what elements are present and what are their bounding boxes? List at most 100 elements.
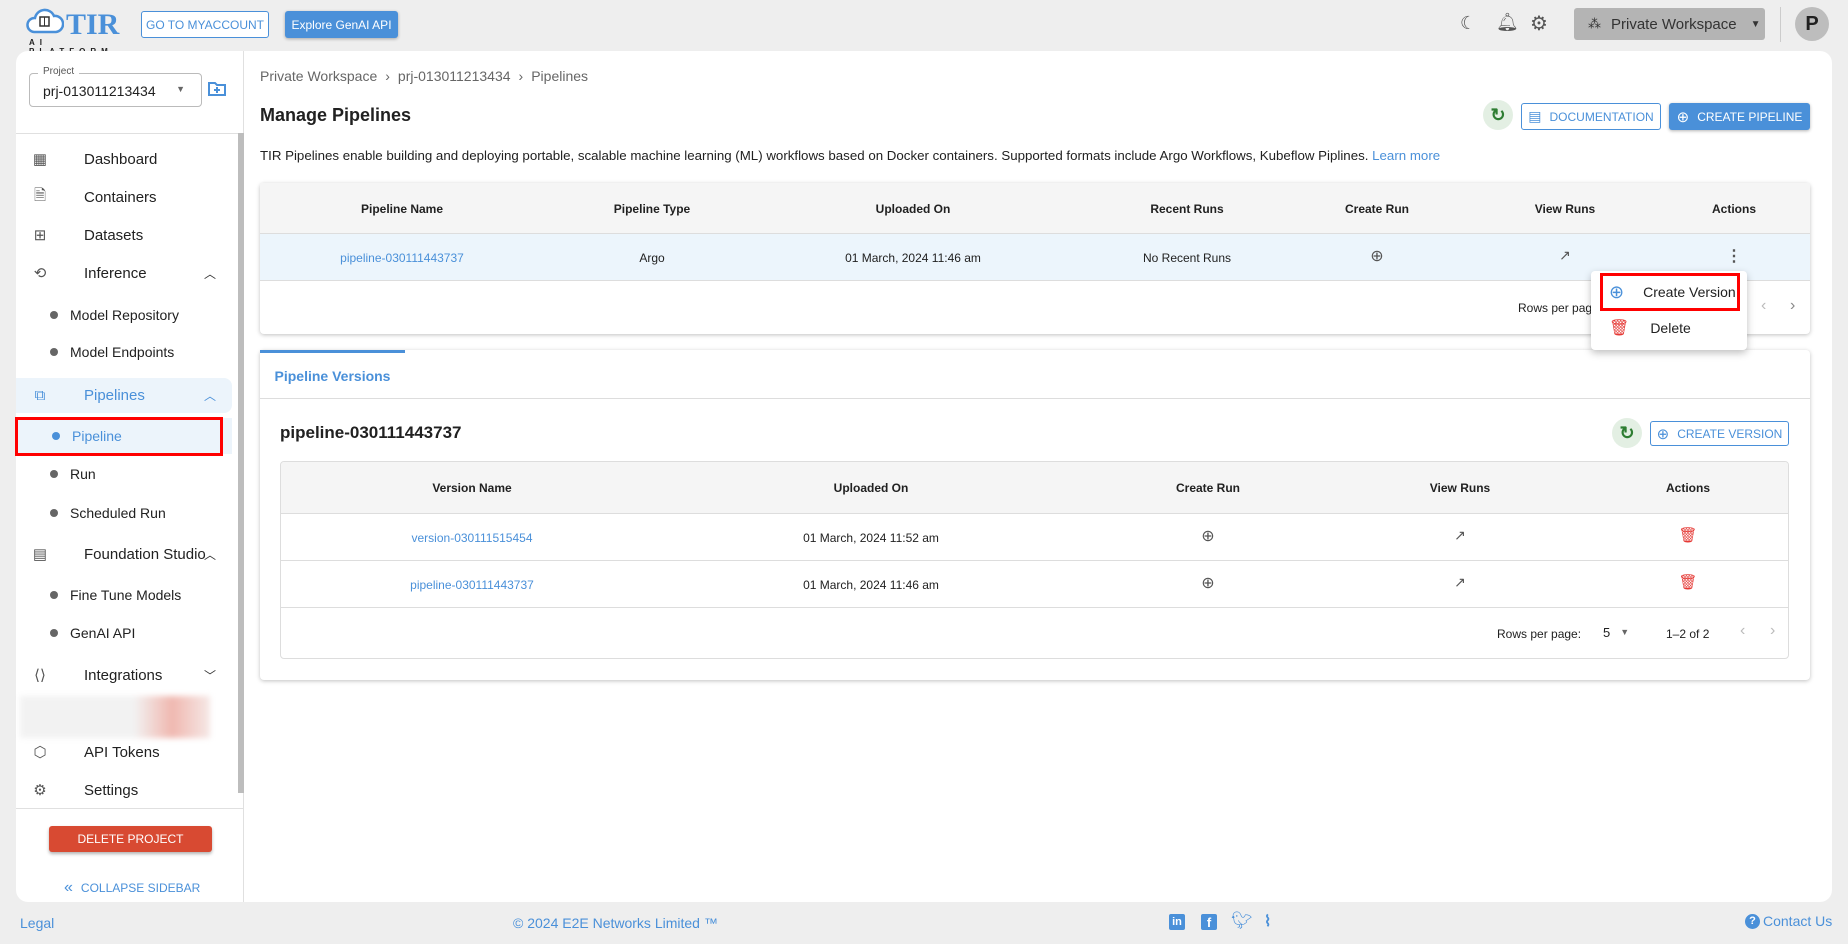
tab-bar-divider bbox=[260, 398, 1810, 399]
sidebar-item-api-tokens[interactable]: ⬡ API Tokens bbox=[16, 734, 232, 770]
label: Delete bbox=[1650, 320, 1691, 336]
sidebar-item-datasets[interactable]: ⊞ Datasets bbox=[16, 217, 232, 253]
menu-item-create-version[interactable]: ⊕ Create Version bbox=[1600, 273, 1740, 311]
learn-more-link[interactable]: Learn more bbox=[1372, 148, 1440, 163]
linkedin-icon[interactable]: in bbox=[1169, 914, 1185, 930]
rows-per-page-label: Rows per page bbox=[1518, 301, 1599, 315]
twitter-icon[interactable]: 🐦︎ bbox=[1231, 911, 1253, 931]
actions-menu: ⊕ Create Version 🗑︎ Delete bbox=[1591, 271, 1747, 350]
label: Dashboard bbox=[84, 150, 158, 168]
caret-down-icon: ▼ bbox=[1750, 18, 1761, 30]
versions-title: pipeline-030111443737 bbox=[280, 423, 462, 442]
more-vertical-icon[interactable]: ⋮ bbox=[1726, 246, 1742, 266]
workspace-selector[interactable]: ⁂ Private Workspace ▼ bbox=[1574, 8, 1765, 40]
breadcrumb-item[interactable]: Private Workspace bbox=[260, 68, 377, 84]
create-run-icon[interactable]: ⊕ bbox=[1201, 526, 1214, 546]
sidebar-item-containers[interactable]: 🗎︎ Containers bbox=[16, 179, 232, 215]
copyright: © 2024 E2E Networks Limited ™ bbox=[513, 915, 718, 931]
header-divider bbox=[1780, 7, 1781, 42]
sidebar-item-run[interactable]: Run bbox=[16, 456, 232, 492]
create-pipeline-button[interactable]: ⊕ CREATE PIPELINE bbox=[1669, 103, 1810, 130]
foundation-studio-icon: ▤ bbox=[32, 546, 48, 563]
api-token-icon: ⬡ bbox=[33, 744, 47, 761]
prev-page-icon[interactable]: ‹ bbox=[1761, 297, 1766, 315]
pipeline-name-link[interactable]: pipeline-030111443737 bbox=[340, 251, 464, 265]
label: Contact Us bbox=[1763, 913, 1833, 929]
column-header: Actions bbox=[1665, 481, 1711, 495]
version-name-link[interactable]: version-030111515454 bbox=[412, 531, 533, 545]
sidebar-item-settings[interactable]: ⚙ Settings bbox=[16, 772, 232, 808]
column-header: Uploaded On bbox=[833, 481, 909, 495]
bullet-icon bbox=[50, 348, 58, 356]
prev-page-icon[interactable]: ‹ bbox=[1740, 622, 1745, 640]
sidebar-item-inference[interactable]: ⟲ Inference ︿ bbox=[16, 255, 232, 291]
create-run-icon[interactable]: ⊕ bbox=[1370, 246, 1383, 266]
document-icon: 🗎︎ bbox=[33, 186, 47, 204]
bullet-icon bbox=[50, 591, 58, 599]
view-runs-arrow-icon[interactable]: ↗ bbox=[1454, 527, 1466, 544]
settings-icon: ⚙ bbox=[33, 782, 47, 799]
sidebar-scrollbar[interactable] bbox=[238, 133, 244, 793]
refresh-button[interactable]: ↻ bbox=[1483, 100, 1513, 130]
label: Datasets bbox=[84, 226, 144, 244]
rows-per-page-label: Rows per page: bbox=[1497, 627, 1582, 641]
chevron-up-icon: ︿ bbox=[203, 389, 216, 403]
value: 5 bbox=[1603, 625, 1611, 640]
rss-icon[interactable]: ⌇ bbox=[1264, 912, 1271, 930]
add-folder-icon[interactable] bbox=[208, 81, 226, 96]
sidebar-item-scheduled-run[interactable]: Scheduled Run bbox=[16, 495, 232, 531]
refresh-versions-button[interactable]: ↻ bbox=[1612, 418, 1642, 448]
sidebar-item-dashboard[interactable]: ▦ Dashboard bbox=[16, 141, 232, 177]
sidebar-item-foundation-studio[interactable]: ▤ Foundation Studio ︿ bbox=[16, 536, 232, 572]
sidebar-item-fine-tune-models[interactable]: Fine Tune Models bbox=[16, 577, 232, 613]
integrations-icon: ⟨⟩ bbox=[34, 667, 46, 684]
sidebar-item-pipelines[interactable]: ⧉ Pipelines ︿ bbox=[16, 378, 232, 413]
chevron-up-icon: ︿ bbox=[203, 547, 216, 562]
label: DOCUMENTATION bbox=[1549, 109, 1654, 124]
legal-link[interactable]: Legal bbox=[20, 915, 54, 931]
label: COLLAPSE SIDEBAR bbox=[80, 881, 201, 895]
avatar[interactable]: P bbox=[1795, 7, 1829, 41]
delete-project-button[interactable]: DELETE PROJECT bbox=[49, 826, 212, 852]
sidebar-item-model-repository[interactable]: Model Repository bbox=[16, 297, 232, 333]
view-runs-arrow-icon[interactable]: ↗ bbox=[1454, 574, 1466, 591]
view-runs-arrow-icon[interactable]: ↗ bbox=[1559, 247, 1571, 264]
explore-genai-api-button[interactable]: Explore GenAI API bbox=[285, 11, 398, 38]
breadcrumb-item[interactable]: prj-013011213434 bbox=[398, 68, 511, 84]
breadcrumb-separator: › bbox=[518, 68, 524, 84]
next-page-icon[interactable]: › bbox=[1770, 622, 1775, 640]
menu-item-delete[interactable]: 🗑︎ Delete bbox=[1600, 313, 1740, 343]
document-icon: ▤ bbox=[1528, 108, 1542, 124]
dark-mode-icon[interactable]: ☾ bbox=[1460, 13, 1476, 34]
notifications-bell-icon[interactable]: 🔔︎ bbox=[1496, 12, 1519, 33]
bullet-icon bbox=[50, 311, 58, 319]
sidebar-item-model-endpoints[interactable]: Model Endpoints bbox=[16, 334, 232, 370]
version-name-link[interactable]: pipeline-030111443737 bbox=[410, 578, 534, 592]
delete-trash-icon[interactable]: 🗑︎ bbox=[1678, 526, 1697, 544]
sidebar-item-integrations[interactable]: ⟨⟩ Integrations ﹀ bbox=[16, 657, 232, 693]
column-header: Pipeline Type bbox=[613, 202, 691, 216]
project-select[interactable]: Project prj-013011213434 ▼ bbox=[29, 66, 202, 107]
sidebar-item-genai-api[interactable]: GenAI API bbox=[16, 615, 232, 651]
documentation-button[interactable]: ▤ DOCUMENTATION bbox=[1521, 103, 1661, 130]
label: Fine Tune Models bbox=[70, 587, 182, 603]
page-description: TIR Pipelines enable building and deploy… bbox=[260, 148, 1440, 163]
label: CREATE VERSION bbox=[1677, 426, 1783, 441]
logo-text: TIR bbox=[66, 8, 120, 41]
contact-us-link[interactable]: ? Contact Us bbox=[1745, 913, 1832, 929]
sidebar-bottom-divider bbox=[16, 808, 244, 809]
rows-per-page-select[interactable]: 5 ▼ bbox=[1603, 625, 1629, 640]
delete-trash-icon[interactable]: 🗑︎ bbox=[1678, 573, 1697, 591]
next-page-icon[interactable]: › bbox=[1790, 297, 1795, 315]
facebook-icon[interactable]: f bbox=[1201, 914, 1217, 930]
settings-gear-icon[interactable]: ⚙ bbox=[1530, 11, 1548, 36]
label: Containers bbox=[84, 188, 157, 206]
go-to-myaccount-button[interactable]: GO TO MYACCOUNT bbox=[141, 11, 269, 38]
collapse-sidebar-button[interactable]: « COLLAPSE SIDEBAR bbox=[64, 879, 200, 897]
create-version-button[interactable]: ⊕ CREATE VERSION bbox=[1650, 421, 1789, 446]
create-run-icon[interactable]: ⊕ bbox=[1201, 573, 1214, 593]
breadcrumb-separator: › bbox=[385, 68, 390, 84]
recent-runs: No Recent Runs bbox=[1142, 251, 1232, 265]
tab-pipeline-versions[interactable]: Pipeline Versions bbox=[260, 350, 405, 398]
logo[interactable]: TIR AI PLATFORM bbox=[26, 6, 126, 56]
